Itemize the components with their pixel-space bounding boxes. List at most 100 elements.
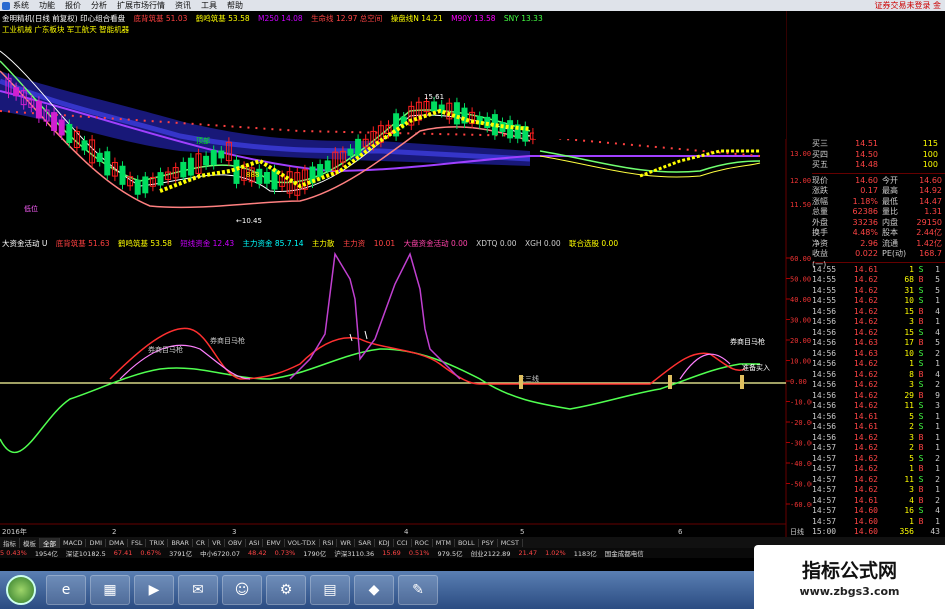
menu-item-info[interactable]: 资讯 — [175, 0, 191, 11]
tab-11[interactable]: OBV — [225, 538, 246, 547]
menu-item-system[interactable]: 系统 — [13, 0, 29, 11]
candle-body — [119, 165, 126, 185]
candle-body — [142, 176, 149, 194]
tick-s: S — [918, 411, 924, 421]
menu-item-tools[interactable]: 工具 — [201, 0, 217, 11]
y-tick-label: 10.00 — [790, 358, 811, 366]
tick-list[interactable]: 14:55 14.61 1 S 1 14:55 14.62 68 B 5 14:55 14.62 31 S… — [812, 265, 945, 538]
tab-22[interactable]: BOLL — [455, 538, 479, 547]
tick-s: S — [918, 453, 924, 463]
signal-label: 券商目马枪 — [730, 337, 765, 346]
tick-s: B — [918, 390, 924, 400]
taskbar-app-icon[interactable]: ▤ — [310, 575, 350, 605]
tick-p: 14.62 — [853, 380, 878, 389]
tick-p: 14.62 — [853, 390, 878, 400]
date-label: 5 — [520, 528, 524, 536]
indicator-chart[interactable]: 60.00 50.00 40.00 30.00 20.00 10.00 0.00 -10.00… — [0, 239, 812, 537]
tick-s: S — [918, 401, 924, 410]
tab-7[interactable]: TRIX — [146, 538, 169, 547]
tick-n: 1 — [935, 485, 940, 494]
stat-row: 外盘 33236 内盘 29150 — [812, 218, 945, 229]
menu-item-help[interactable]: 帮助 — [227, 0, 243, 11]
candlestick-chart[interactable]: 13.00 12.00 11.50 ←10.45 15.61 低位 顶部 888 — [0, 11, 812, 239]
signal-label: 券商目马枪 — [210, 336, 245, 345]
tick-p: 14.62 — [853, 474, 878, 484]
menu-item-analysis[interactable]: 分析 — [91, 0, 107, 11]
indicator-value: 底背筑基 51.63 — [55, 239, 110, 248]
tick-p: 14.62 — [853, 327, 878, 337]
tab-12[interactable]: ASI — [246, 538, 264, 547]
taskbar-app-icon[interactable]: ▶ — [134, 575, 174, 605]
candle-body — [355, 138, 362, 157]
tick-row: 14:57 14.62 11 S 2 — [812, 475, 945, 486]
stat-c: 股本 — [882, 228, 898, 237]
tick-n: 2 — [935, 348, 940, 358]
taskbar-app-icon[interactable]: e — [46, 575, 86, 605]
price-tick-label: 11.50 — [790, 201, 811, 209]
tab-9[interactable]: CR — [193, 538, 210, 547]
tick-n: 1 — [935, 422, 940, 431]
tick-t: 14:56 — [812, 432, 837, 442]
menu-item-ext-market[interactable]: 扩展市场行情 — [117, 0, 165, 11]
tick-p: 14.61 — [853, 422, 878, 431]
tab-2[interactable]: 全部 — [40, 537, 60, 548]
tick-row: 14:56 14.62 15 S 4 — [812, 328, 945, 339]
taskbar-app-icon[interactable]: ⚙ — [266, 575, 306, 605]
tab-19[interactable]: CCI — [394, 538, 412, 547]
tab-5[interactable]: DMA — [106, 538, 129, 547]
menu-item-quote[interactable]: 报价 — [65, 0, 81, 11]
tab-23[interactable]: PSY — [479, 538, 498, 547]
tick-t: 14:55 — [812, 275, 837, 284]
candle-body — [453, 102, 460, 125]
taskbar-app-icon[interactable]: ◆ — [354, 575, 394, 605]
tab-24[interactable]: MCST — [498, 538, 523, 547]
tab-17[interactable]: SAR — [355, 538, 376, 547]
indicator-value: 底背筑基 51.03 — [133, 14, 188, 23]
tab-3[interactable]: MACD — [60, 538, 87, 547]
stat-b: 0.17 — [860, 186, 878, 195]
tab-6[interactable]: FSL — [128, 538, 147, 547]
tab-13[interactable]: EMV — [263, 538, 285, 547]
tick-t: 14:56 — [812, 380, 837, 389]
taskbar-app-icon[interactable]: ✎ — [398, 575, 438, 605]
start-button[interactable] — [6, 575, 36, 605]
tab-8[interactable]: BRAR — [168, 538, 193, 547]
tab-0[interactable]: 指标 — [0, 537, 20, 548]
tick-s: B — [918, 443, 924, 452]
tick-s: S — [918, 474, 924, 484]
taskbar-app-icon[interactable]: ☺ — [222, 575, 262, 605]
taskbar-app-icon[interactable]: ▦ — [90, 575, 130, 605]
tick-row: 14:56 14.62 3 B 1 — [812, 433, 945, 444]
tab-20[interactable]: ROC — [412, 538, 433, 547]
tick-t: 14:57 — [812, 453, 837, 463]
tick-n: 4 — [935, 506, 940, 515]
login-status[interactable]: 证券交易未登录 金 — [874, 0, 941, 11]
stat-a: 总量 — [812, 207, 828, 216]
menu-item-function[interactable]: 功能 — [39, 0, 55, 11]
tick-n: 1 — [935, 464, 940, 473]
tab-4[interactable]: DMI — [86, 538, 107, 547]
tab-18[interactable]: KDJ — [375, 538, 394, 547]
tab-21[interactable]: MTM — [433, 538, 455, 547]
gap-cover — [534, 11, 786, 139]
y-tick-label: -10.00 — [790, 399, 812, 407]
taskbar-app-icon[interactable]: ✉ — [178, 575, 218, 605]
period-label: 日线 — [790, 527, 804, 536]
tick-s: B — [918, 495, 924, 505]
candle-body — [187, 157, 194, 176]
tick-t: 14:56 — [812, 306, 837, 316]
tick-row: 14:56 14.62 3 S 2 — [812, 380, 945, 391]
tick-row: 14:56 14.61 2 S 1 — [812, 422, 945, 433]
tab-10[interactable]: VR — [209, 538, 226, 547]
tab-15[interactable]: RSI — [320, 538, 338, 547]
sector-tags[interactable]: 工业机械 广东板块 军工航天 智能机器 — [2, 25, 129, 35]
tab-16[interactable]: WR — [337, 538, 356, 547]
candle-body — [134, 179, 141, 195]
stat-row: 涨跌 0.17 最高 14.92 — [812, 186, 945, 197]
signal-label: 券商目马枪 — [148, 345, 183, 354]
tick-s: B — [918, 432, 924, 442]
y-tick-label: 50.00 — [790, 276, 811, 284]
tab-14[interactable]: VOL-TDX — [285, 538, 320, 547]
status-item: 3791亿 — [169, 550, 193, 558]
tab-1[interactable]: 模板 — [20, 537, 40, 548]
